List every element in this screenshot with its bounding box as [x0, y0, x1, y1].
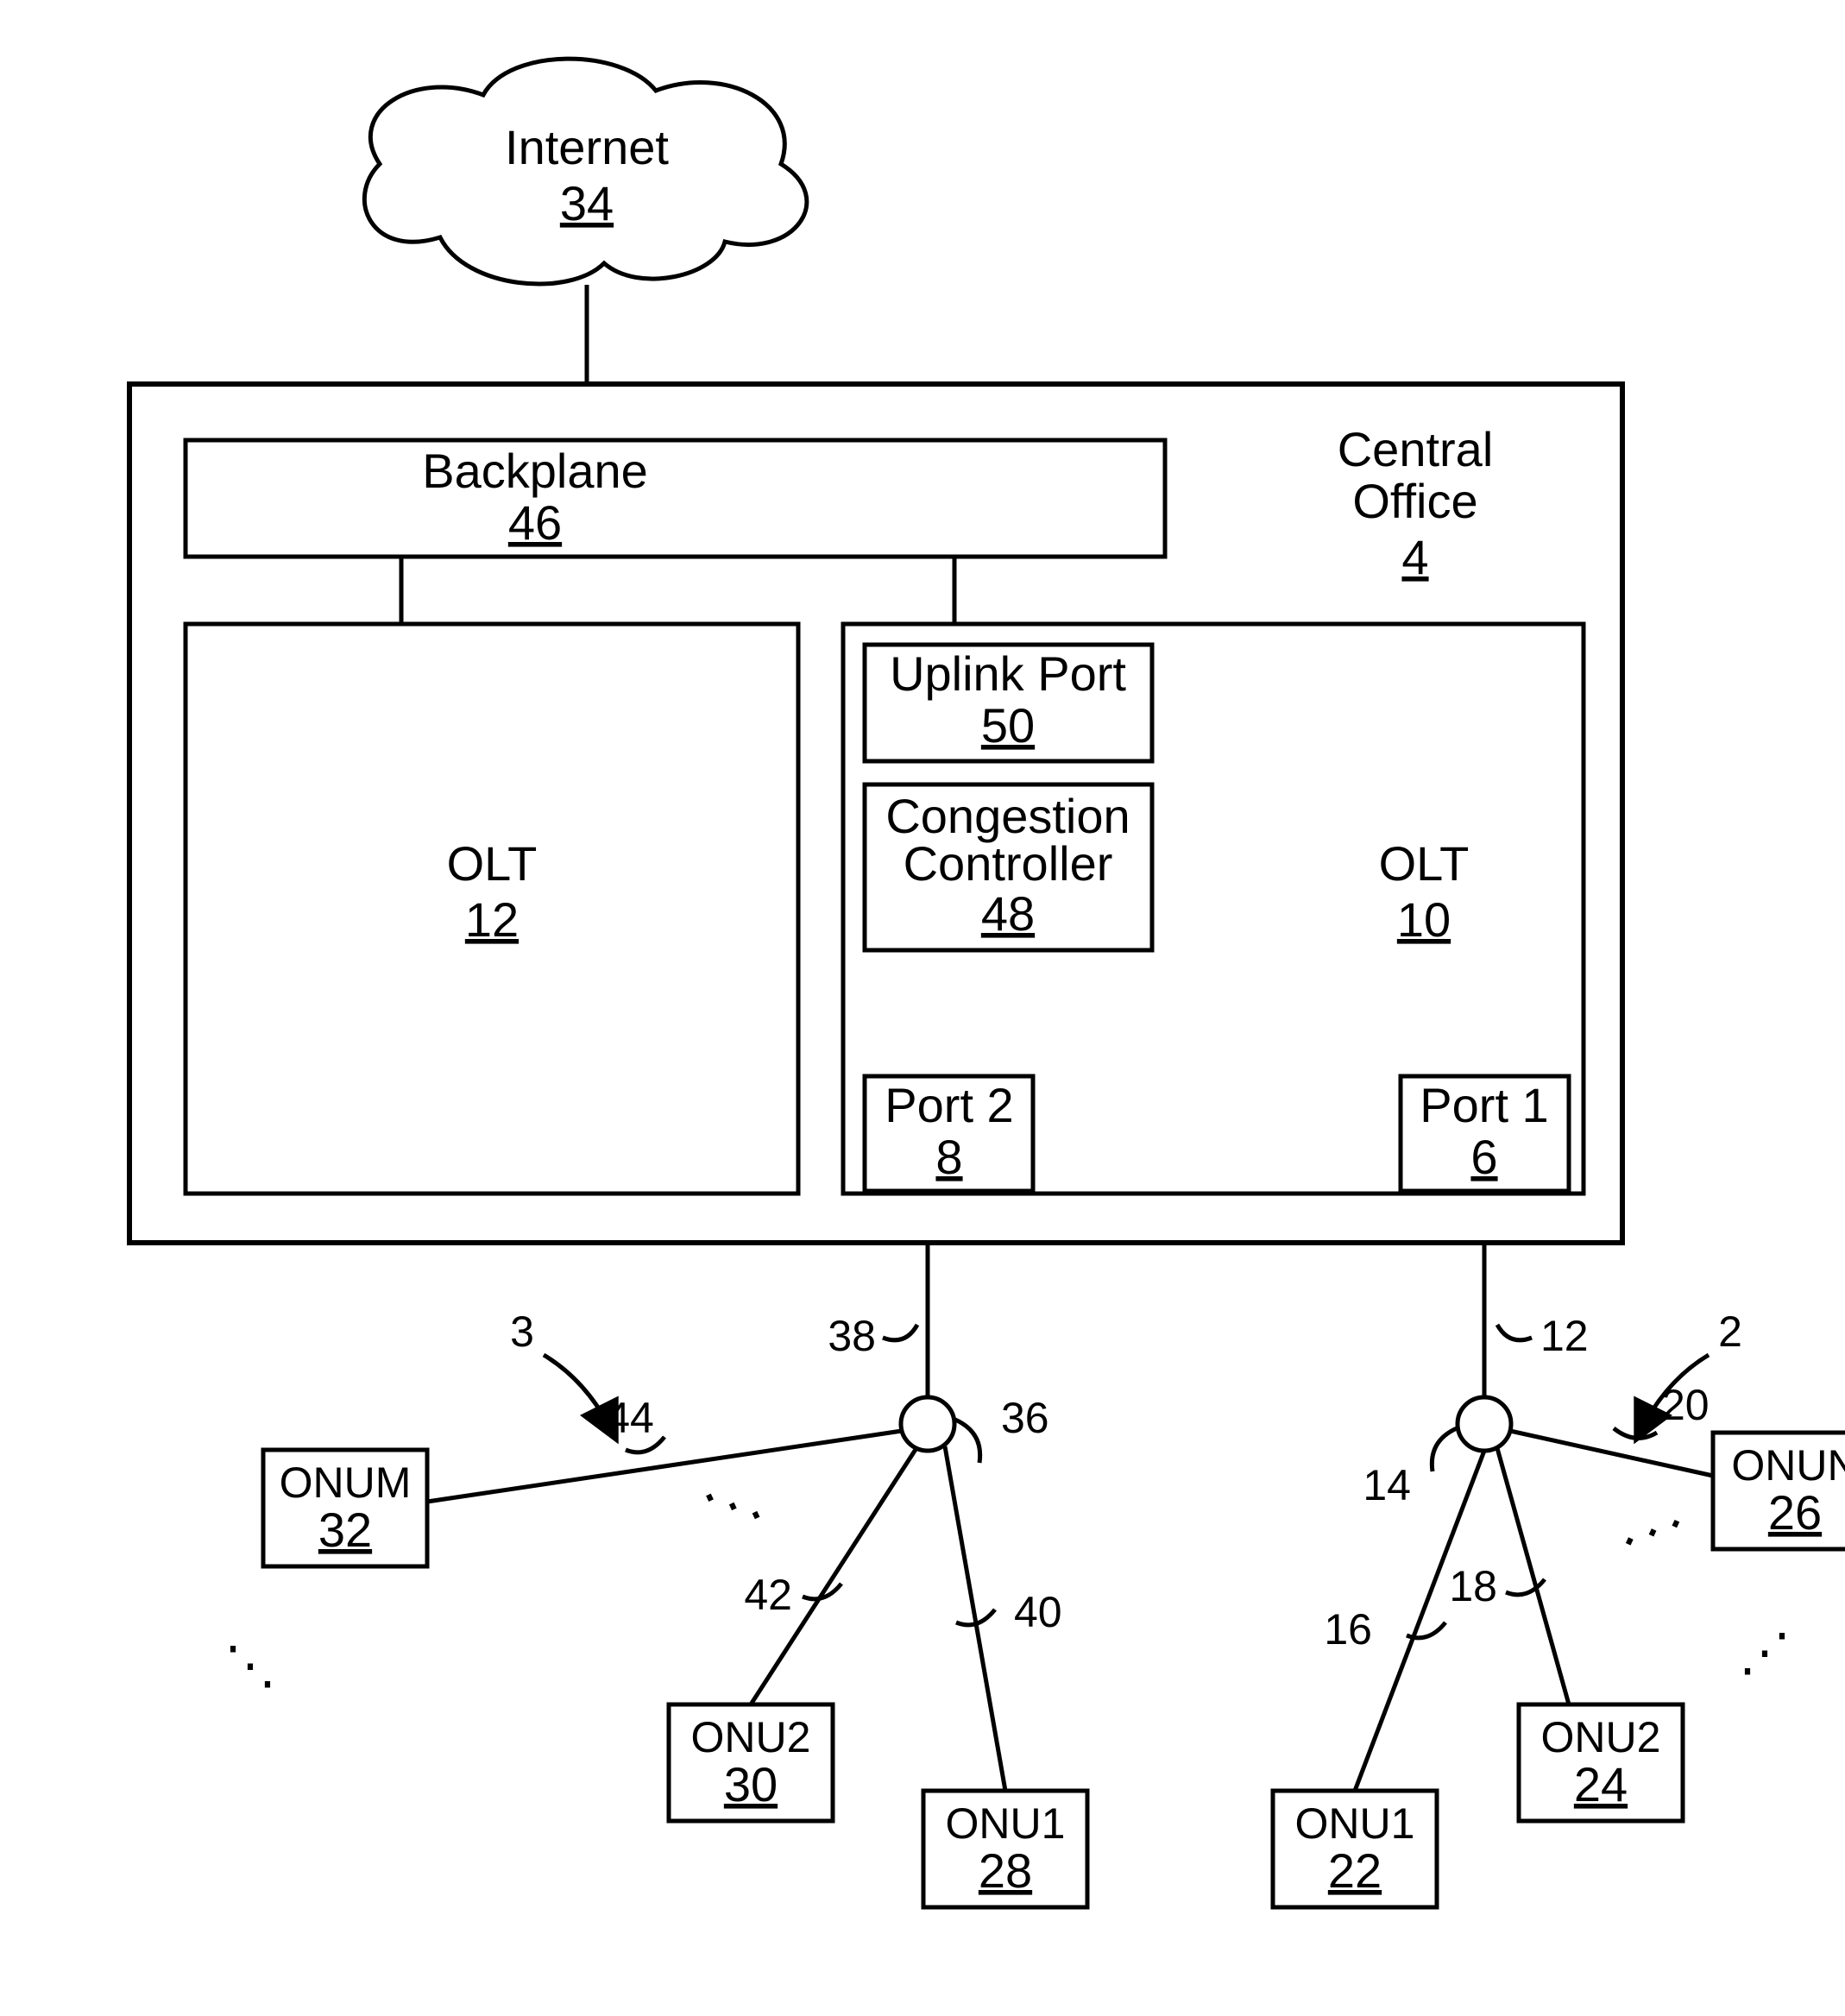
- fiber-l44: [427, 1431, 902, 1502]
- fiber38-label: 38: [828, 1312, 876, 1360]
- l44-label: 44: [606, 1394, 654, 1442]
- onu-l2-box: ONU2 30: [669, 1704, 833, 1821]
- fiber-r20: [1510, 1431, 1713, 1476]
- uplink-num: 50: [981, 698, 1035, 753]
- port1-num: 6: [1470, 1130, 1497, 1184]
- port2-label: Port 2: [885, 1078, 1013, 1132]
- cong-label1: Congestion: [885, 789, 1130, 843]
- split14-label: 14: [1363, 1461, 1411, 1509]
- olt-right-label: OLT: [1379, 836, 1470, 891]
- olt-left-num: 12: [465, 892, 519, 947]
- lead-r20: [1614, 1428, 1657, 1438]
- group3-arrow: [544, 1355, 613, 1433]
- onu-l2-label: ONU2: [691, 1713, 811, 1761]
- l40-label: 40: [1014, 1588, 1062, 1636]
- onu-r1-label: ONU1: [1295, 1799, 1415, 1848]
- onu-rn-box: ONUN 26: [1713, 1433, 1845, 1549]
- fiber12-label: 12: [1540, 1312, 1589, 1360]
- onu-m-num: 32: [318, 1503, 372, 1557]
- dots-far-right: ⋰: [1739, 1623, 1791, 1681]
- onu-l2-num: 30: [724, 1757, 778, 1811]
- split36-label: 36: [1001, 1394, 1049, 1442]
- onu-rn-num: 26: [1768, 1485, 1822, 1540]
- port1-label: Port 1: [1420, 1078, 1548, 1132]
- onu-l1-label: ONU1: [946, 1799, 1066, 1848]
- fiber-l40: [945, 1446, 1005, 1791]
- onu-r2-box: ONU2 24: [1519, 1704, 1683, 1821]
- co-num: 4: [1401, 530, 1428, 584]
- co-label2: Office: [1352, 474, 1477, 528]
- dots-left: ⋱: [696, 1468, 768, 1542]
- l42-label: 42: [744, 1571, 792, 1619]
- lead-14: [1432, 1428, 1457, 1471]
- onu-r2-num: 24: [1574, 1757, 1628, 1811]
- backplane-box: [186, 440, 1165, 557]
- dots-right: ⋰: [1618, 1494, 1690, 1568]
- r16-label: 16: [1324, 1605, 1372, 1654]
- dots-far-left: ⋱: [224, 1636, 276, 1694]
- svg-text:⋱: ⋱: [696, 1468, 768, 1542]
- uplink-label: Uplink Port: [890, 646, 1126, 701]
- cong-label2: Controller: [904, 836, 1113, 891]
- r20-label: 20: [1661, 1381, 1710, 1429]
- onu-m-box: ONUM 32: [263, 1450, 427, 1566]
- internet-num: 34: [560, 176, 614, 230]
- lead-36: [955, 1420, 980, 1463]
- internet-label: Internet: [505, 120, 669, 174]
- olt-right-num: 10: [1397, 892, 1451, 947]
- onu-m-label: ONUM: [280, 1458, 412, 1507]
- splitter-left: [901, 1397, 954, 1451]
- internet-cloud: Internet 34: [364, 59, 806, 284]
- onu-r1-num: 22: [1328, 1843, 1382, 1898]
- lead-r16: [1407, 1622, 1445, 1638]
- onu-l1-num: 28: [979, 1843, 1032, 1898]
- fiber-r18: [1497, 1448, 1569, 1704]
- group2-num: 2: [1718, 1307, 1742, 1356]
- onu-r1-box: ONU1 22: [1273, 1791, 1437, 1907]
- svg-text:⋰: ⋰: [1618, 1494, 1690, 1568]
- splitter-right: [1458, 1397, 1511, 1451]
- cong-num: 48: [981, 886, 1035, 941]
- lead-12: [1497, 1325, 1532, 1340]
- backplane-num: 46: [508, 495, 562, 550]
- backplane-label: Backplane: [422, 444, 648, 498]
- onu-rn-label: ONUN: [1731, 1441, 1845, 1490]
- port2-num: 8: [935, 1130, 962, 1184]
- olt-left-label: OLT: [447, 836, 538, 891]
- lead-38: [883, 1325, 917, 1340]
- co-label1: Central: [1338, 422, 1494, 476]
- onu-l1-box: ONU1 28: [923, 1791, 1087, 1907]
- onu-r2-label: ONU2: [1541, 1713, 1661, 1761]
- group3-num: 3: [510, 1307, 534, 1356]
- r18-label: 18: [1449, 1562, 1497, 1610]
